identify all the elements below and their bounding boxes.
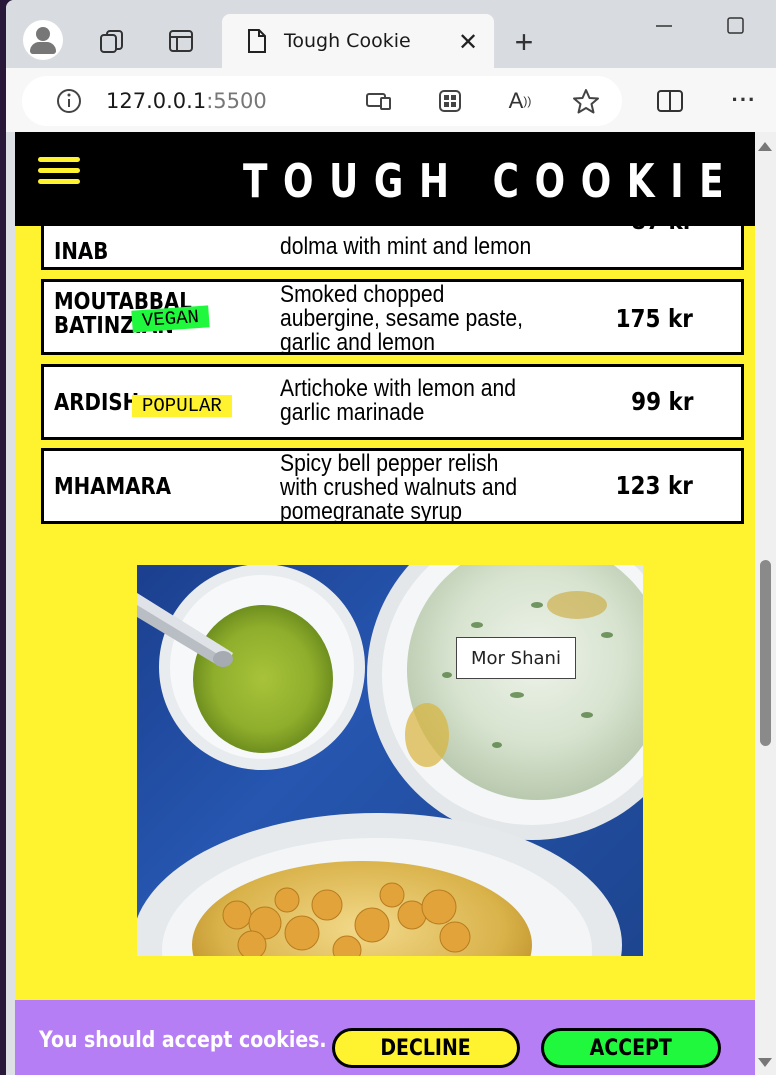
- favorite-star-icon[interactable]: [572, 88, 600, 114]
- page-viewport: TOUGH COOKIE INAB dolma with mint and le…: [15, 132, 755, 1075]
- menu-item-price: 123 kr: [615, 471, 693, 500]
- info-icon[interactable]: [56, 88, 82, 114]
- maximize-icon[interactable]: [726, 16, 746, 36]
- address-bar-area: 127.0.0.1:5500 A)) ···: [6, 68, 776, 132]
- menu-item-description: dolma with mint and lemon: [280, 233, 532, 260]
- scrollbar-thumb[interactable]: [760, 560, 771, 746]
- menu-item-row: ARDISH POPULAR Artichoke with lemon and …: [41, 364, 744, 440]
- menu-item-name: ARDISH: [54, 390, 140, 416]
- extensions-icon[interactable]: [437, 88, 463, 114]
- menu-item-row: MHAMARA Spicy bell pepper relish with cr…: [41, 448, 744, 524]
- more-options-icon[interactable]: ···: [730, 87, 758, 112]
- menu-item-description: Spicy bell pepper relish with crushed wa…: [280, 450, 518, 524]
- tab-title: Tough Cookie: [284, 30, 411, 52]
- menu-item-description: Artichoke with lemon and garlic marinade: [280, 375, 516, 426]
- new-tab-icon[interactable]: +: [506, 24, 542, 60]
- menu-item-name: MHAMARA: [54, 474, 172, 500]
- collections-icon[interactable]: [98, 28, 126, 54]
- page-scrollbar[interactable]: [755, 132, 776, 1075]
- url-text[interactable]: 127.0.0.1:5500: [106, 89, 267, 113]
- minimize-icon[interactable]: [650, 16, 680, 36]
- read-aloud-icon[interactable]: A)): [506, 88, 534, 114]
- address-bar[interactable]: 127.0.0.1:5500 A)): [22, 76, 622, 126]
- scroll-up-arrow-icon[interactable]: [758, 142, 772, 151]
- menu-item-price: 99 kr: [630, 387, 693, 416]
- page-icon: [246, 28, 268, 54]
- popular-badge: POPULAR: [132, 395, 232, 417]
- tab-tough-cookie[interactable]: Tough Cookie ✕: [222, 14, 494, 68]
- profile-icon[interactable]: [23, 20, 63, 60]
- cookie-banner: You should accept cookies. DECLINE ACCEP…: [15, 1000, 755, 1075]
- menu-item-price: 175 kr: [615, 304, 693, 333]
- decline-button[interactable]: DECLINE: [332, 1028, 520, 1068]
- close-icon[interactable]: ✕: [458, 28, 478, 57]
- site-header: TOUGH COOKIE: [15, 132, 755, 226]
- cookie-message: You should accept cookies.: [39, 1028, 327, 1053]
- scroll-down-arrow-icon[interactable]: [758, 1058, 772, 1067]
- accept-button[interactable]: ACCEPT: [541, 1028, 721, 1068]
- menu-item-description: Smoked chopped aubergine, sesame paste, …: [280, 281, 524, 355]
- app-available-icon[interactable]: [365, 90, 393, 112]
- site-logo[interactable]: TOUGH COOKIE: [243, 154, 739, 208]
- split-screen-icon[interactable]: [656, 88, 684, 114]
- menu-item-row: MOUTABBAL BATINZIAN VEGAN Smoked chopped…: [41, 279, 744, 355]
- menu-item-name: INAB: [54, 239, 109, 265]
- vertical-tabs-icon[interactable]: [168, 28, 194, 54]
- photo-credit-tooltip: Mor Shani: [456, 637, 576, 679]
- hamburger-menu-icon[interactable]: [38, 157, 80, 187]
- food-photo: [137, 565, 643, 956]
- browser-window: Tough Cookie ✕ + 127.0.0.1:5500 A)) ··· …: [6, 0, 776, 1075]
- tab-bar: Tough Cookie ✕ +: [6, 0, 776, 68]
